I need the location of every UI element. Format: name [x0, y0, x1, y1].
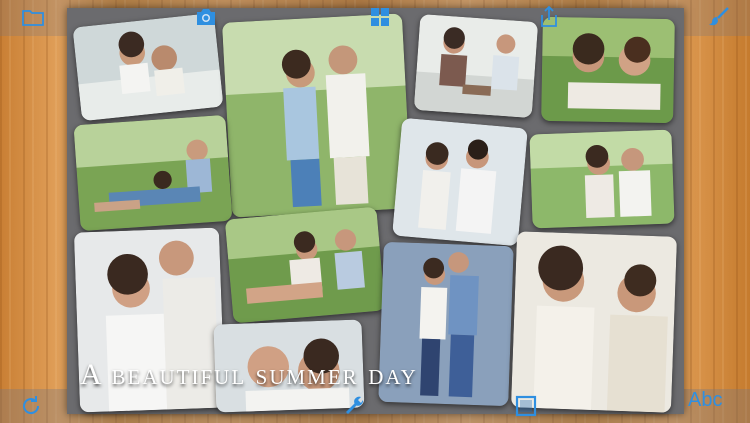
folder-icon[interactable]: [20, 4, 46, 30]
collage-photo[interactable]: [413, 14, 539, 118]
frame-icon[interactable]: [513, 393, 539, 419]
collage-photo[interactable]: [224, 206, 386, 324]
collage-photo[interactable]: [392, 117, 528, 247]
collage-photo[interactable]: [222, 13, 412, 218]
rotate-icon[interactable]: [18, 393, 44, 419]
collage-photo[interactable]: [73, 114, 233, 232]
wrench-icon[interactable]: [342, 393, 368, 419]
share-icon[interactable]: [536, 4, 562, 30]
camera-icon[interactable]: [193, 4, 219, 30]
layout-grid-icon[interactable]: [367, 4, 393, 30]
collage-photo[interactable]: [541, 16, 675, 124]
text-tool-button[interactable]: Abc: [688, 389, 722, 412]
brush-icon[interactable]: [706, 4, 732, 30]
collage-board: [67, 8, 684, 414]
collage-photo[interactable]: [529, 129, 675, 229]
collage-caption[interactable]: A beautiful summer day: [80, 358, 680, 392]
